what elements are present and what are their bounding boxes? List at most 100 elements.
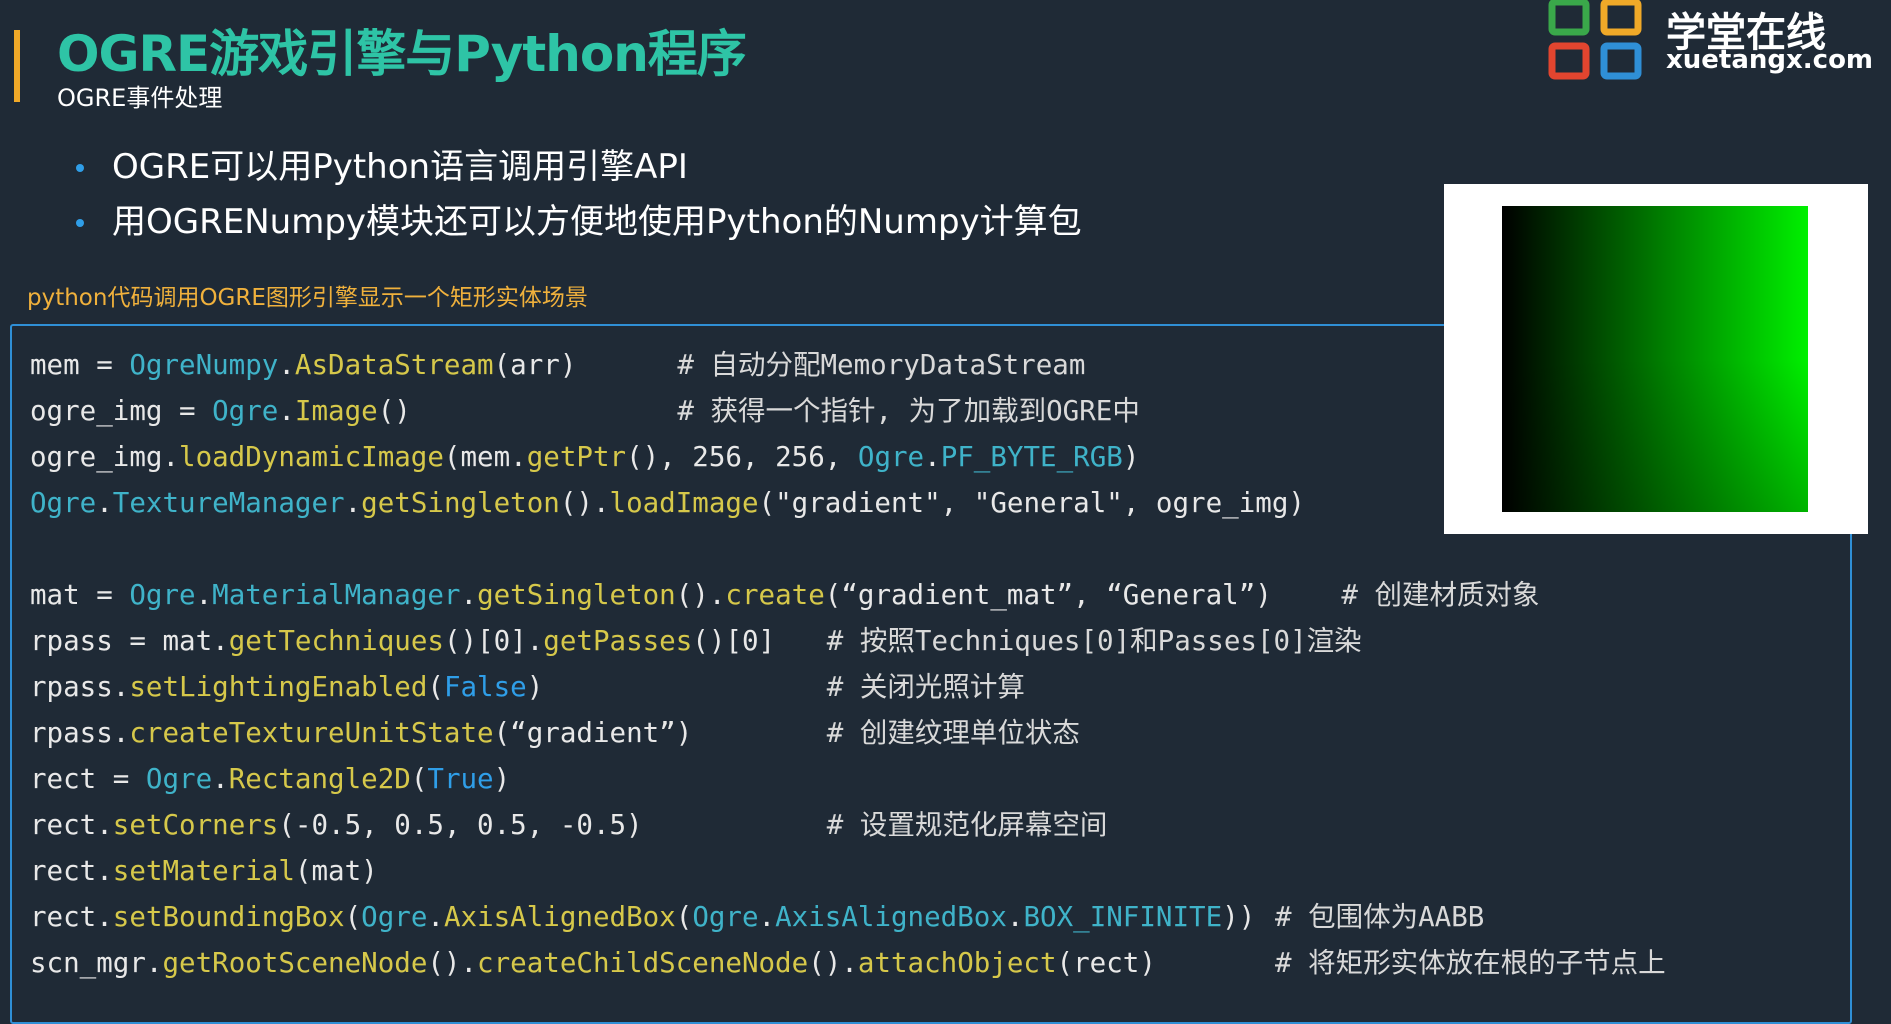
code-token: (arr)	[493, 349, 577, 381]
code-token: )	[675, 717, 693, 749]
bullet-list: OGRE可以用Python语言调用引擎API 用OGRENumpy模块还可以方便…	[72, 140, 1082, 250]
code-token: setBoundingBox	[112, 901, 345, 933]
bullet-text: OGRE可以用Python语言调用引擎API	[112, 147, 688, 187]
code-token: (rect)	[1056, 947, 1156, 979]
code-token: getSingleton	[477, 579, 676, 611]
code-comment: # 创建材质对象	[1341, 579, 1540, 611]
code-token: = mat.	[112, 625, 229, 657]
code-token: Ogre	[857, 441, 925, 473]
code-token: .	[112, 717, 130, 749]
code-text: mat = Ogre.MaterialManager.getSingleton(…	[30, 572, 1272, 618]
code-token: rect	[30, 763, 97, 795]
bullet-dot-icon	[76, 164, 84, 172]
code-token: .	[758, 901, 776, 933]
code-token: ,	[741, 441, 776, 473]
code-token: (mem.	[443, 441, 527, 473]
code-token: MaterialManager	[212, 579, 461, 611]
code-token: rpass	[30, 717, 113, 749]
code-comment: # 自动分配MemoryDataStream	[677, 349, 1086, 381]
code-token: ().	[559, 487, 610, 519]
code-token: .	[427, 901, 444, 933]
code-comment: # 关闭光照计算	[826, 671, 1025, 703]
code-token: mat	[30, 579, 80, 611]
code-token: loadDynamicImage	[179, 441, 444, 473]
code-text: mem = OgreNumpy.AsDataStream(arr)	[30, 342, 576, 388]
code-token: mem	[30, 349, 80, 381]
code-token: Ogre	[145, 763, 213, 795]
code-token: .	[195, 579, 213, 611]
code-token: setLightingEnabled	[129, 671, 428, 703]
code-token: Ogre	[692, 901, 759, 933]
code-token: create	[725, 579, 825, 611]
code-token: (	[493, 717, 511, 749]
code-token: rect	[30, 855, 97, 887]
code-token: getTechniques	[228, 625, 444, 657]
code-token: 256	[692, 441, 742, 473]
bullet-text: 用OGRENumpy模块还可以方便地使用Python的Numpy计算包	[112, 202, 1082, 242]
code-token: False	[443, 671, 527, 703]
code-token: =	[79, 579, 130, 611]
code-token: .	[460, 579, 478, 611]
code-token: AsDataStream	[294, 349, 494, 381]
code-token: ().	[427, 947, 478, 979]
code-comment: # 将矩形实体放在根的子节点上	[1275, 947, 1666, 979]
code-token: (	[410, 763, 428, 795]
code-token: (	[758, 487, 776, 519]
code-token: .	[96, 901, 113, 933]
code-token: ogre_img	[30, 441, 163, 473]
code-token: rpass	[30, 671, 113, 703]
code-comment: # 设置规范化屏幕空间	[826, 809, 1108, 841]
code-token: )	[493, 763, 511, 795]
code-token: ()[0].	[443, 625, 544, 657]
code-comment: # 创建纹理单位状态	[826, 717, 1080, 749]
code-token: )	[1255, 579, 1272, 611]
code-token: Ogre	[129, 579, 196, 611]
code-token: .	[278, 349, 295, 381]
code-token: (mat)	[294, 855, 378, 887]
code-token: ()	[377, 395, 411, 427]
code-token: =	[96, 763, 146, 795]
code-token: (	[824, 579, 842, 611]
code-comment: # 获得一个指针, 为了加载到OGRE中	[677, 395, 1140, 427]
code-text: rect.setCorners(-0.5, 0.5, 0.5, -0.5)	[30, 802, 643, 848]
code-text: rpass.createTextureUnitState(“gradient”)	[30, 710, 692, 756]
code-token: (	[675, 901, 693, 933]
code-text: Ogre.TextureManager.getSingleton().loadI…	[30, 480, 1305, 526]
code-token: )	[1122, 441, 1140, 473]
logo-text-domain: xuetangx.com	[1666, 45, 1874, 75]
xuetangx-logo-icon	[1548, 0, 1642, 80]
code-token: (	[427, 671, 444, 703]
code-token: AxisAlignedBox	[775, 901, 1007, 933]
code-token: .	[162, 441, 180, 473]
gradient-rectangle	[1502, 206, 1808, 512]
bullet-item: OGRE可以用Python语言调用引擎API	[72, 140, 1082, 195]
code-token: True	[427, 763, 494, 795]
code-token: createChildSceneNode	[477, 947, 809, 979]
code-token: attachObject	[857, 947, 1057, 979]
title-accent-bar	[14, 30, 20, 102]
code-text: rpass.setLightingEnabled(False)	[30, 664, 543, 710]
code-token: TextureManager	[112, 487, 345, 519]
code-token: .	[145, 947, 163, 979]
code-token: getPtr	[526, 441, 627, 473]
code-token: Image	[294, 395, 378, 427]
code-caption: python代码调用OGRE图形引擎显示一个矩形实体场景	[27, 285, 588, 311]
code-token: (-0.5, 0.5, 0.5, -0.5)	[278, 809, 643, 841]
render-preview	[1444, 184, 1868, 534]
code-token: AxisAlignedBox	[443, 901, 676, 933]
code-token: (	[344, 901, 362, 933]
slide-title: OGRE游戏引擎与Python程序	[57, 25, 747, 83]
code-token: .	[924, 441, 941, 473]
code-token: rpass	[30, 625, 113, 657]
code-token: “gradient”	[510, 717, 676, 749]
code-token: ))	[1222, 901, 1256, 933]
bullet-dot-icon	[76, 219, 84, 227]
code-token: =	[79, 349, 130, 381]
code-token: ().	[808, 947, 858, 979]
code-token: .	[96, 487, 113, 519]
code-token: createTextureUnitState	[129, 717, 494, 749]
code-comment: # 包围体为AABB	[1275, 901, 1485, 933]
code-token: =	[162, 395, 213, 427]
code-token: ogre_img	[30, 395, 163, 427]
code-token: PF_BYTE_RGB	[940, 441, 1123, 473]
